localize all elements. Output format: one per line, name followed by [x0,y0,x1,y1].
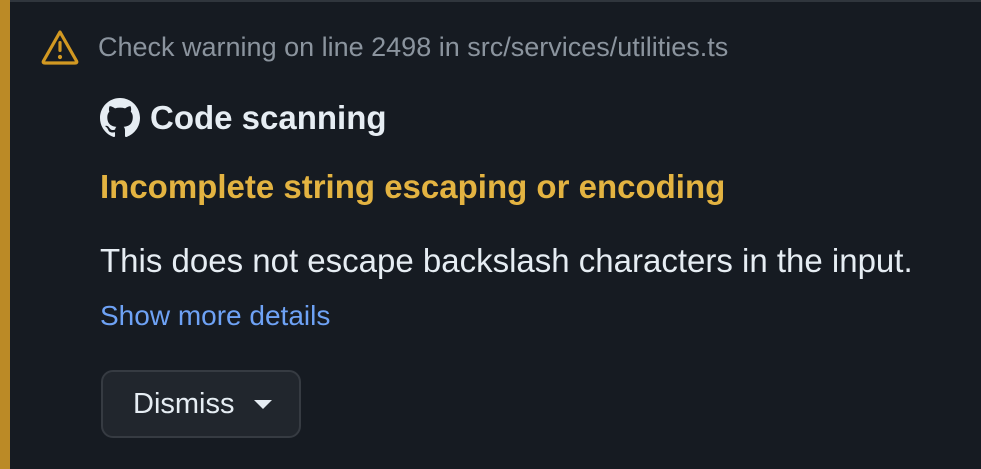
alert-triangle-icon [40,27,80,67]
annotation-location-text: Check warning on line 2498 in src/servic… [98,31,729,62]
tool-name: Code scanning [150,99,387,136]
caret-down-icon [253,398,273,410]
code-scanning-annotation: Check warning on line 2498 in src/servic… [0,0,981,469]
dismiss-button[interactable]: Dismiss [101,370,301,438]
tool-row: Code scanning [100,96,387,140]
dismiss-label: Dismiss [133,387,235,420]
alert-description: This does not escape backslash character… [100,242,913,279]
annotation-header: Check warning on line 2498 in src/servic… [40,26,728,68]
alert-title: Incomplete string escaping or encoding [100,168,726,205]
github-mark-icon [100,98,140,138]
warning-accent-bar [0,0,10,469]
show-more-details-link[interactable]: Show more details [100,300,330,332]
